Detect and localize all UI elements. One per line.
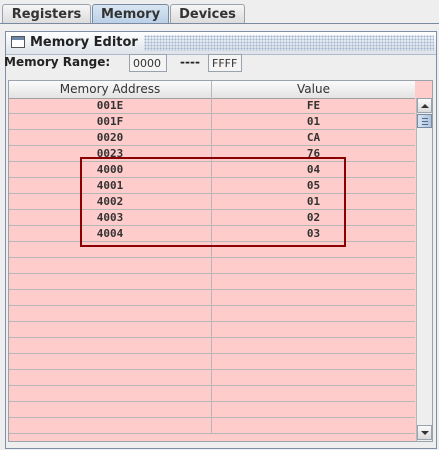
scroll-thumb[interactable] — [417, 114, 432, 128]
table-row[interactable] — [9, 370, 415, 386]
tab-divider — [0, 23, 439, 24]
address-cell[interactable] — [9, 322, 212, 337]
tab-devices[interactable]: Devices — [170, 4, 245, 23]
scroll-up-button[interactable] — [417, 98, 432, 113]
memory-range-label: Memory Range: — [4, 55, 111, 69]
value-cell[interactable]: 02 — [212, 210, 415, 225]
table-row[interactable]: 0023 76 — [9, 146, 415, 162]
column-header-address[interactable]: Memory Address — [9, 81, 212, 98]
address-cell[interactable]: 0023 — [9, 146, 212, 161]
value-cell[interactable] — [212, 306, 415, 321]
value-cell[interactable] — [212, 402, 415, 417]
value-cell[interactable] — [212, 354, 415, 369]
vertical-scrollbar[interactable] — [416, 98, 432, 441]
table-row[interactable] — [9, 274, 415, 290]
memory-table: Memory Address Value 001E FE 001F 01 0020 CA 0… — [8, 80, 433, 442]
address-cell[interactable] — [9, 386, 212, 401]
value-cell[interactable]: 01 — [212, 194, 415, 209]
tab-registers[interactable]: Registers — [2, 4, 91, 23]
frame-title: Memory Editor — [30, 35, 138, 50]
address-cell[interactable] — [9, 402, 212, 417]
table-row[interactable]: 4002 01 — [9, 194, 415, 210]
range-separator: ---- — [180, 55, 200, 69]
arrow-up-icon — [421, 104, 429, 108]
table-body: 001E FE 001F 01 0020 CA 0023 76 4000 04 4001 05 4002… — [9, 98, 415, 434]
value-cell[interactable] — [212, 258, 415, 273]
table-row[interactable]: 0020 CA — [9, 130, 415, 146]
tab-memory[interactable]: Memory — [92, 4, 169, 24]
table-row[interactable] — [9, 258, 415, 274]
address-cell[interactable] — [9, 338, 212, 353]
address-cell[interactable]: 4000 — [9, 162, 212, 177]
table-row[interactable]: 4000 04 — [9, 162, 415, 178]
table-row[interactable] — [9, 402, 415, 418]
table-row[interactable] — [9, 354, 415, 370]
address-cell[interactable]: 0020 — [9, 130, 212, 145]
value-cell[interactable] — [212, 242, 415, 257]
value-cell[interactable]: 04 — [212, 162, 415, 177]
value-cell[interactable]: 76 — [212, 146, 415, 161]
table-row[interactable] — [9, 290, 415, 306]
table-row[interactable] — [9, 338, 415, 354]
value-cell[interactable]: 01 — [212, 114, 415, 129]
range-end-field[interactable]: FFFF — [208, 54, 242, 72]
address-cell[interactable] — [9, 258, 212, 273]
address-cell[interactable] — [9, 274, 212, 289]
value-cell[interactable]: 03 — [212, 226, 415, 241]
address-cell[interactable] — [9, 370, 212, 385]
window-icon — [11, 36, 25, 48]
address-cell[interactable]: 4004 — [9, 226, 212, 241]
address-cell[interactable]: 001E — [9, 98, 212, 113]
table-row[interactable]: 4001 05 — [9, 178, 415, 194]
table-row[interactable]: 001F 01 — [9, 114, 415, 130]
table-row[interactable]: 4004 03 — [9, 226, 415, 242]
column-header-value[interactable]: Value — [212, 81, 415, 98]
value-cell[interactable] — [212, 338, 415, 353]
table-row[interactable] — [9, 418, 415, 434]
address-cell[interactable]: 001F — [9, 114, 212, 129]
value-cell[interactable]: 05 — [212, 178, 415, 193]
address-cell[interactable] — [9, 418, 212, 433]
table-row[interactable]: 001E FE — [9, 98, 415, 114]
value-cell[interactable] — [212, 290, 415, 305]
table-row[interactable]: 4003 02 — [9, 210, 415, 226]
value-cell[interactable]: CA — [212, 130, 415, 145]
address-cell[interactable]: 4003 — [9, 210, 212, 225]
value-cell[interactable] — [212, 322, 415, 337]
tab-bar: Registers Memory Devices — [0, 0, 439, 24]
address-cell[interactable]: 4002 — [9, 194, 212, 209]
table-row[interactable] — [9, 386, 415, 402]
value-cell[interactable] — [212, 274, 415, 289]
title-bar-grip — [144, 35, 434, 51]
scroll-down-button[interactable] — [417, 425, 432, 440]
table-row[interactable] — [9, 322, 415, 338]
value-cell[interactable] — [212, 418, 415, 433]
address-cell[interactable] — [9, 242, 212, 257]
value-cell[interactable] — [212, 370, 415, 385]
value-cell[interactable]: FE — [212, 98, 415, 113]
frame-title-bar[interactable]: Memory Editor — [6, 32, 436, 55]
address-cell[interactable]: 4001 — [9, 178, 212, 193]
range-start-field[interactable]: 0000 — [129, 54, 167, 72]
address-cell[interactable] — [9, 306, 212, 321]
table-row[interactable] — [9, 306, 415, 322]
address-cell[interactable] — [9, 354, 212, 369]
address-cell[interactable] — [9, 290, 212, 305]
value-cell[interactable] — [212, 386, 415, 401]
table-header: Memory Address Value — [9, 81, 415, 99]
arrow-down-icon — [421, 431, 429, 435]
table-row[interactable] — [9, 242, 415, 258]
